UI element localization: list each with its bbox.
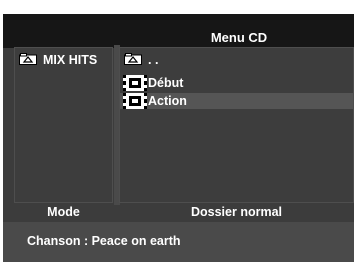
list-item-label: Action [148, 94, 187, 108]
folder-item-mix-hits[interactable]: MIX HITS [15, 52, 112, 68]
status-bar: Chanson : Peace on earth [3, 222, 354, 262]
list-item-label: . . [148, 53, 159, 67]
folder-panel: MIX HITS [14, 47, 113, 203]
now-playing-text: Chanson : Peace on earth [27, 234, 181, 248]
mode-button[interactable]: Mode [14, 205, 113, 220]
list-item-label: Début [148, 76, 184, 90]
folder-icon [19, 53, 37, 65]
list-item-track-debut[interactable]: Début [120, 75, 353, 91]
menu-title: Menu CD [210, 30, 268, 45]
list-item-parent-folder[interactable]: . . [120, 52, 353, 68]
track-icon [123, 75, 147, 91]
bottom-bar: Mode Dossier normal [14, 205, 354, 220]
list-item-track-action[interactable]: Action [120, 93, 353, 109]
file-list-panel: . . Début Action [119, 47, 354, 203]
folder-item-label: MIX HITS [43, 53, 98, 67]
track-icon [123, 93, 147, 109]
folder-icon [124, 53, 142, 65]
folder-mode-indicator: Dossier normal [190, 205, 282, 219]
menu-header: Menu CD [3, 14, 354, 48]
